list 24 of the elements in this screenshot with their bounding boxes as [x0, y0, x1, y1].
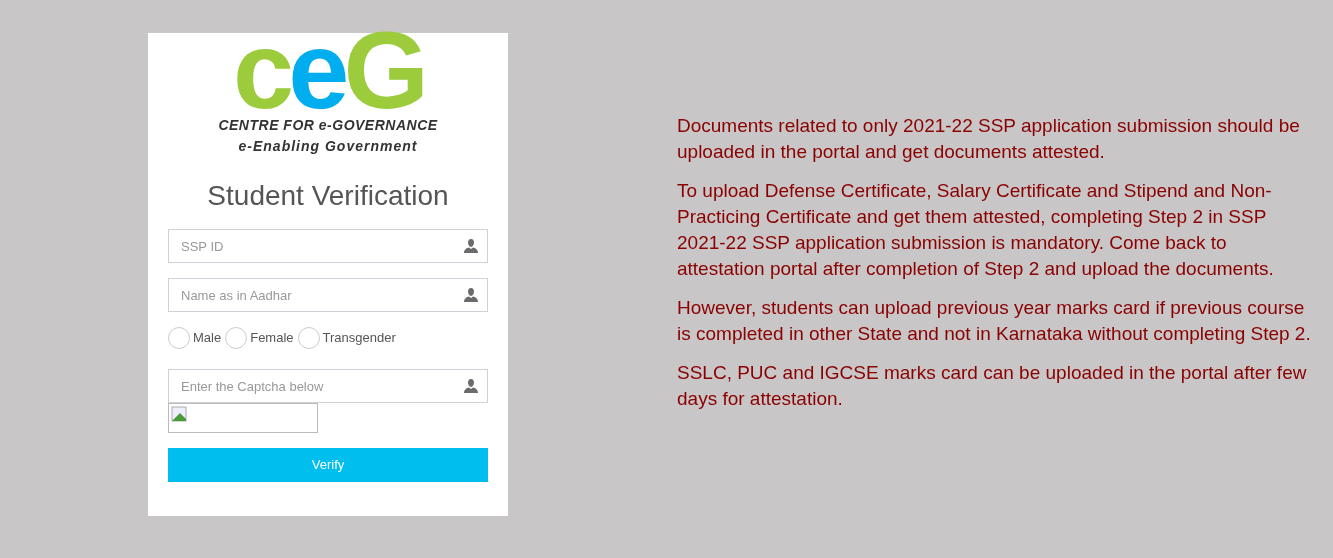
radio-button[interactable] [225, 327, 248, 349]
radio-label: Female [250, 329, 294, 348]
broken-image-icon [171, 406, 187, 422]
notice-text: To upload Defense Certificate, Salary Certificate and Stipend and Non-Practicing Certificate and get them attested, completing Step 2 in SSP 2021-22 SSP application submission is mandatory. Come back to attestation portal after completion of Step 2 and upload the documents. [677, 179, 1275, 281]
user-icon [464, 379, 478, 393]
radio-button[interactable] [168, 327, 190, 349]
input-field[interactable]: Enter the Captcha below [168, 369, 488, 403]
input-field[interactable]: SSP ID [168, 229, 488, 263]
logo-letter: c [233, 27, 289, 113]
radio-label: Male [193, 329, 222, 348]
logo-text: e-Enabling Government [238, 137, 418, 156]
logo-letter: G [343, 27, 423, 113]
notice-text: Documents related to only 2021-22 SSP application submission should be uploaded in the portal and get documents attested. [677, 114, 1301, 164]
logo-letter: e [288, 27, 344, 113]
user-icon [464, 288, 478, 302]
verify-button[interactable]: Verify [168, 448, 488, 482]
radio-button[interactable] [297, 327, 320, 349]
user-icon [464, 239, 478, 253]
notice-text: SSLC, PUC and IGCSE marks card can be uploaded in the portal after few days for attestation. [677, 361, 1308, 411]
radio-label: Transgender [322, 329, 396, 348]
input-field[interactable]: Name as in Aadhar [168, 278, 488, 312]
logo-text: CENTRE FOR e-GOVERNANCE [218, 116, 438, 135]
notice-text: However, students can upload previous year marks card if previous course is completed in other State and not in Karnataka without completing Step 2. [677, 296, 1312, 346]
form-title: Student Verification [206, 179, 450, 213]
